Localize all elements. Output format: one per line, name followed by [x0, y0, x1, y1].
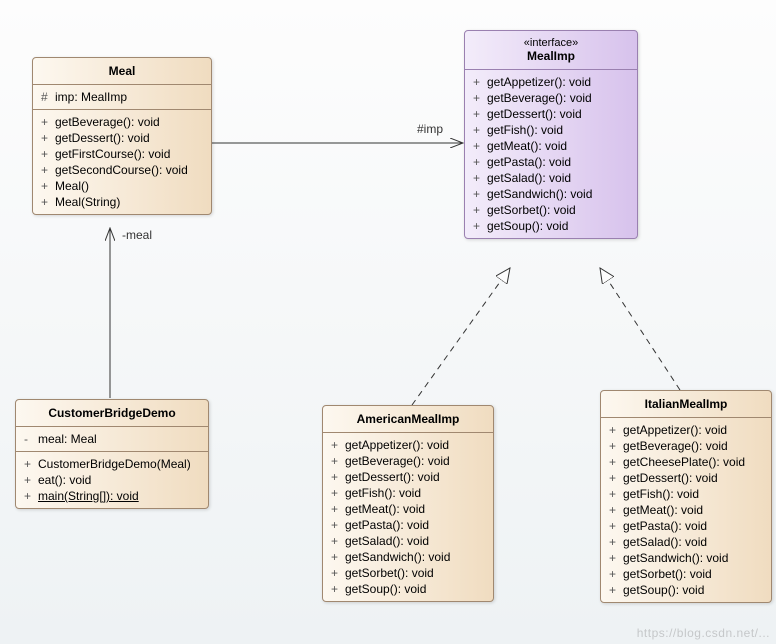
class-title: «interface» MealImp — [465, 31, 637, 70]
class-title: Meal — [33, 58, 211, 85]
class-customerbridgedemo: CustomerBridgeDemo -meal: Meal +Customer… — [15, 399, 209, 509]
class-operations: +getAppetizer(): void +getBeverage(): vo… — [323, 433, 493, 601]
assoc-label-imp: #imp — [415, 122, 445, 136]
class-operations: +CustomerBridgeDemo(Meal) +eat(): void +… — [16, 452, 208, 508]
class-operations: +getAppetizer(): void +getBeverage(): vo… — [601, 418, 771, 602]
class-title: CustomerBridgeDemo — [16, 400, 208, 427]
class-title: AmericanMealImp — [323, 406, 493, 433]
class-title: ItalianMealImp — [601, 391, 771, 418]
attr-row: #imp: MealImp — [41, 89, 203, 105]
class-italianmealimp: ItalianMealImp +getAppetizer(): void +ge… — [600, 390, 772, 603]
class-attributes: -meal: Meal — [16, 427, 208, 452]
assoc-label-meal: -meal — [120, 228, 154, 242]
class-operations: +getBeverage(): void +getDessert(): void… — [33, 110, 211, 214]
interface-mealimp: «interface» MealImp +getAppetizer(): voi… — [464, 30, 638, 239]
class-meal: Meal #imp: MealImp +getBeverage(): void … — [32, 57, 212, 215]
class-operations: +getAppetizer(): void +getBeverage(): vo… — [465, 70, 637, 238]
class-americanmealimp: AmericanMealImp +getAppetizer(): void +g… — [322, 405, 494, 602]
watermark-text: https://blog.csdn.net/... — [637, 626, 770, 640]
class-attributes: #imp: MealImp — [33, 85, 211, 110]
